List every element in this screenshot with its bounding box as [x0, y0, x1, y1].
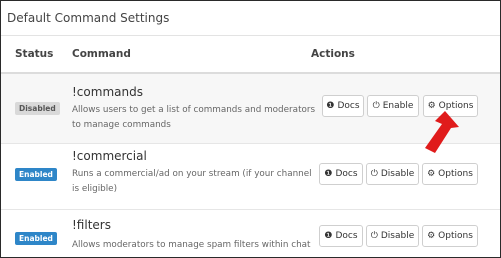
table-row: Enabled !filters Allows moderators to ma… — [1, 210, 500, 257]
command-name: !filters — [72, 218, 111, 232]
command-description: Allows moderators to manage spam filters… — [72, 240, 311, 250]
status-badge: Disabled — [15, 102, 60, 115]
toggle-label: Disable — [380, 169, 415, 179]
toggle-label: Disable — [380, 231, 415, 241]
options-label: Options — [438, 169, 473, 179]
enable-button[interactable]: ⏻ Enable — [367, 95, 419, 117]
status-badge: Enabled — [15, 168, 57, 181]
disable-button[interactable]: ⏻ Disable — [366, 163, 419, 185]
power-icon: ⏻ — [370, 231, 378, 241]
power-icon: ⏻ — [372, 101, 380, 111]
options-label: Options — [438, 231, 473, 241]
docs-label: Docs — [337, 101, 360, 111]
toggle-label: Enable — [382, 101, 414, 111]
options-button[interactable]: ⚙ Options — [422, 163, 478, 185]
docs-button[interactable]: ❶ Docs — [322, 95, 364, 117]
table-header: Status Command Actions — [1, 36, 500, 74]
gears-icon: ⚙ — [427, 101, 436, 111]
options-button[interactable]: ⚙ Options — [422, 225, 478, 247]
panel-header: Default Command Settings — [1, 1, 500, 36]
red-arrow-icon — [425, 111, 459, 153]
column-command: Command — [72, 47, 131, 60]
docs-button[interactable]: ❶ Docs — [319, 163, 363, 185]
column-actions: Actions — [311, 47, 355, 60]
panel-title: Default Command Settings — [7, 11, 170, 25]
docs-label: Docs — [335, 169, 358, 179]
gears-icon: ⚙ — [427, 231, 436, 241]
column-status: Status — [15, 47, 54, 60]
docs-button[interactable]: ❶ Docs — [319, 225, 363, 247]
info-circle-icon: ❶ — [324, 231, 333, 241]
default-command-settings-panel: Default Command Settings Status Command … — [0, 0, 501, 258]
power-icon: ⏻ — [370, 169, 378, 179]
docs-label: Docs — [335, 231, 358, 241]
options-label: Options — [438, 101, 474, 111]
command-description: Runs a commercial/ad on your stream (if … — [72, 169, 312, 194]
table-row: Enabled !commercial Runs a commercial/ad… — [1, 144, 500, 210]
info-circle-icon: ❶ — [326, 101, 335, 111]
status-badge: Enabled — [15, 232, 57, 245]
gears-icon: ⚙ — [427, 169, 436, 179]
disable-button[interactable]: ⏻ Disable — [366, 225, 419, 247]
command-name: !commercial — [72, 149, 147, 163]
command-description: Allows users to get a list of commands a… — [72, 105, 316, 130]
info-circle-icon: ❶ — [324, 169, 333, 179]
command-name: !commands — [72, 85, 143, 99]
